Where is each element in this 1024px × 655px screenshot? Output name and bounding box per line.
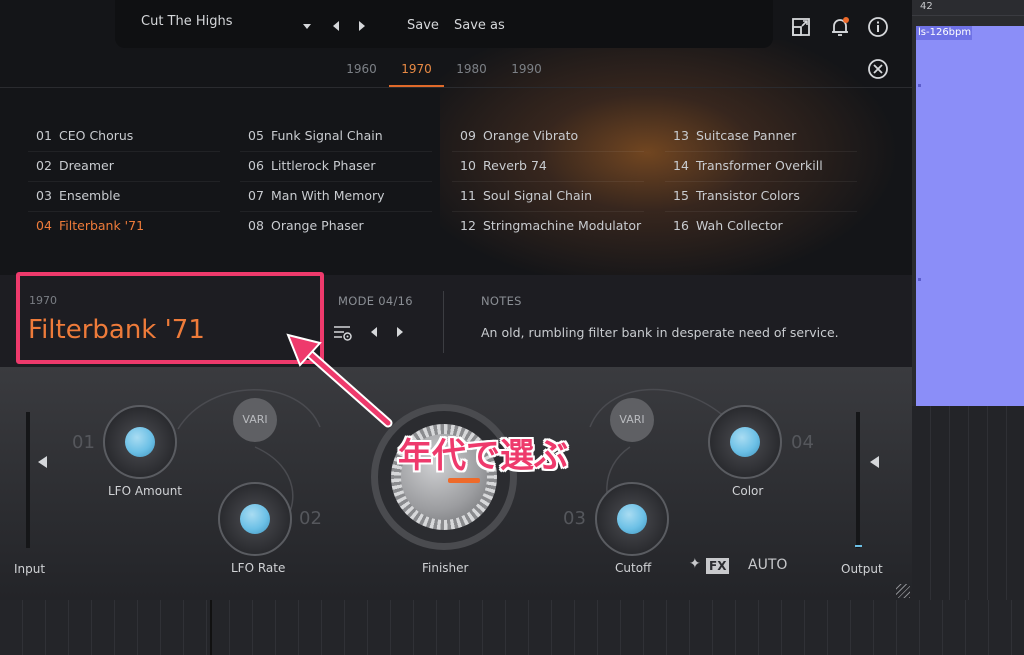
preset-item[interactable]: 11 Soul Signal Chain	[452, 182, 644, 212]
next-preset-icon[interactable]	[359, 21, 365, 31]
preset-item[interactable]: 05 Funk Signal Chain	[240, 122, 432, 152]
slot-number-02: 02	[299, 508, 322, 529]
sparkle-icon: ✦	[689, 556, 701, 572]
preset-column-3: 09 Orange Vibrato 10 Reverb 74 11 Soul Sign…	[452, 122, 644, 242]
color-label: Color	[732, 484, 764, 498]
annotation-arrow	[286, 333, 393, 428]
lfo-amount-label: LFO Amount	[108, 484, 183, 498]
preset-item[interactable]: 02 Dreamer	[28, 152, 220, 182]
slot-number-01: 01	[72, 432, 95, 453]
preset-item[interactable]: 06 Littlerock Phaser	[240, 152, 432, 182]
cutoff-knob-cap[interactable]	[617, 504, 647, 534]
preset-item[interactable]: 12 Stringmachine Modulator	[452, 212, 644, 242]
fx-auto-label: AUTO	[748, 557, 788, 573]
save-button[interactable]: Save	[407, 18, 439, 33]
daw-clip-label: ls-126bpm	[916, 26, 972, 40]
preset-item[interactable]: 01 CEO Chorus	[28, 122, 220, 152]
preset-column-2: 05 Funk Signal Chain 06 Littlerock Phaser …	[240, 122, 432, 242]
color-knob-cap[interactable]	[730, 427, 760, 457]
finisher-indicator	[448, 478, 480, 483]
daw-ruler: 42	[912, 0, 1024, 16]
slot-number-03: 03	[563, 508, 586, 529]
cutoff-label: Cutoff	[615, 561, 652, 575]
tab-1990[interactable]: 1990	[499, 60, 554, 87]
preset-item[interactable]: 09 Orange Vibrato	[452, 122, 644, 152]
daw-bottom-lanes	[0, 600, 1024, 655]
preset-item[interactable]: 15 Transistor Colors	[665, 182, 857, 212]
mode-counter: MODE 04/16	[338, 294, 413, 308]
vari-right-button[interactable]: VARI	[610, 398, 654, 442]
preset-column-4: 13 Suitcase Panner 14 Transformer Overkill…	[665, 122, 857, 242]
annotation-highlight-box	[16, 272, 324, 364]
preset-item[interactable]: 16 Wah Collector	[665, 212, 857, 242]
input-meter	[26, 412, 30, 548]
top-bar: Cut The Highs Save Save as	[115, 0, 773, 48]
preset-dropdown-icon[interactable]	[303, 24, 311, 29]
close-icon[interactable]	[867, 58, 889, 80]
input-slider-handle[interactable]	[38, 456, 47, 468]
output-slider-handle[interactable]	[870, 456, 879, 468]
input-label: Input	[14, 562, 46, 576]
info-icon[interactable]	[867, 16, 889, 38]
preset-item-selected[interactable]: 04 Filterbank '71	[28, 212, 220, 242]
preset-item[interactable]: 10 Reverb 74	[452, 152, 644, 182]
resize-grip-icon[interactable]	[896, 584, 910, 598]
output-level-indicator	[855, 545, 862, 547]
daw-audio-clip[interactable]	[916, 26, 1024, 406]
resize-window-icon[interactable]	[790, 16, 812, 38]
previous-preset-icon[interactable]	[333, 21, 339, 31]
preset-item[interactable]: 14 Transformer Overkill	[665, 152, 857, 182]
lfo-rate-label: LFO Rate	[231, 561, 286, 575]
preset-column-1: 01 CEO Chorus 02 Dreamer 03 Ensemble 04 Filt…	[28, 122, 220, 242]
info-divider	[443, 291, 444, 353]
preset-item[interactable]: 07 Man With Memory	[240, 182, 432, 212]
annotation-text: 年代で選ぶ	[398, 436, 568, 476]
lfo-rate-knob-cap[interactable]	[240, 504, 270, 534]
decade-tabs: 1960 1970 1980 1990	[334, 60, 554, 88]
vari-left-button[interactable]: VARI	[233, 398, 277, 442]
slot-number-04: 04	[791, 432, 814, 453]
preset-item[interactable]: 13 Suitcase Panner	[665, 122, 857, 152]
preset-item[interactable]: 03 Ensemble	[28, 182, 220, 212]
save-as-button[interactable]: Save as	[454, 18, 505, 33]
tab-divider	[0, 87, 912, 88]
notes-text: An old, rumbling filter bank in desperat…	[481, 325, 839, 340]
lfo-amount-knob-cap[interactable]	[125, 427, 155, 457]
ruler-bar-number: 42	[920, 1, 933, 12]
finisher-label: Finisher	[422, 561, 469, 575]
tab-1970[interactable]: 1970	[389, 60, 444, 87]
current-preset-name[interactable]: Cut The Highs	[141, 14, 233, 29]
output-meter	[856, 412, 860, 548]
tab-1980[interactable]: 1980	[444, 60, 499, 87]
fx-logo: FX	[706, 558, 730, 574]
notes-label: NOTES	[481, 294, 522, 308]
preset-item[interactable]: 08 Orange Phaser	[240, 212, 432, 242]
tab-1960[interactable]: 1960	[334, 60, 389, 87]
notification-bell-icon[interactable]	[829, 16, 851, 38]
output-label: Output	[841, 562, 883, 576]
